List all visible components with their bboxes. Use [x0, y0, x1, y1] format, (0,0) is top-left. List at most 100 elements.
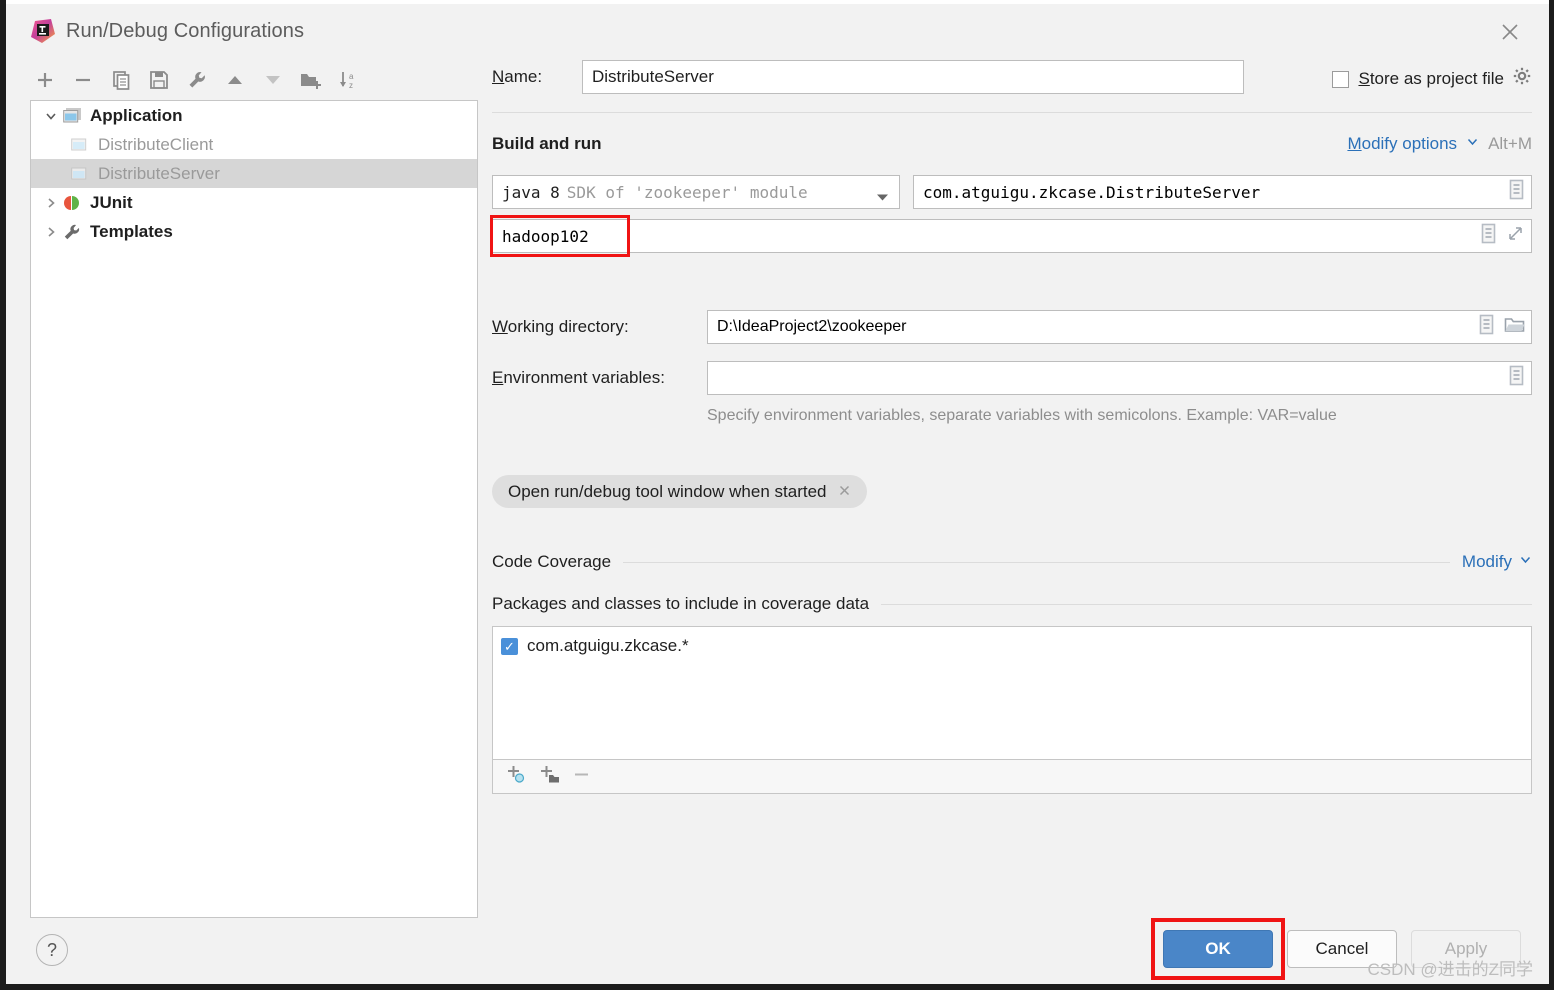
environment-variables-field-icons [1508, 362, 1525, 394]
list-icon[interactable] [1478, 314, 1495, 340]
working-directory-row: Working directory: D:\IdeaProject2\zooke… [492, 310, 1532, 344]
build-and-run-header: Build and run Modify options Alt+M [492, 131, 1532, 157]
main-class-field[interactable]: com.atguigu.zkcase.DistributeServer [913, 175, 1532, 209]
list-icon[interactable] [1480, 223, 1497, 249]
working-directory-field-icons [1478, 311, 1525, 343]
watermark: CSDN @进击的Z同学 [1367, 960, 1533, 979]
program-arguments-input[interactable]: hadoop102 [492, 219, 1532, 253]
name-row: Name: DistributeServer Store as project … [492, 60, 1532, 94]
screenshot-root: Run/Debug Configurations a z Application… [0, 0, 1554, 990]
code-coverage-rule [623, 561, 1450, 563]
store-as-project-file-label: Store as project file [1358, 69, 1504, 88]
environment-variables-hint: Specify environment variables, separate … [707, 407, 1337, 424]
chevron-right-icon[interactable] [41, 222, 61, 242]
ok-button-wrapper: OK [1151, 918, 1285, 980]
environment-variables-input[interactable] [707, 361, 1532, 395]
code-coverage-modify-group: Modify [1462, 552, 1532, 572]
dialog-titlebar: Run/Debug Configurations [6, 4, 1549, 56]
option-chip-open-tool-window[interactable]: Open run/debug tool window when started [492, 475, 868, 508]
svg-text:a: a [349, 72, 354, 81]
dialog-footer: ? OK Cancel Apply CSDN @进击的Z同学 [6, 916, 1549, 984]
ok-button[interactable]: OK [1163, 930, 1273, 968]
chevron-down-icon[interactable] [41, 106, 61, 126]
coverage-pattern-checkbox[interactable]: ✓ [501, 637, 518, 655]
environment-variables-row: Environment variables: [492, 361, 1532, 395]
tree-item-label: DistributeServer [98, 163, 220, 183]
coverage-packages-title: Packages and classes to include in cover… [492, 594, 870, 613]
program-arguments-value: hadoop102 [502, 226, 589, 246]
store-as-project-file-group: Store as project file [1332, 67, 1532, 91]
coverage-patterns-list[interactable]: ✓ com.atguigu.zkcase.* [492, 626, 1532, 760]
add-class-icon[interactable] [505, 763, 528, 791]
modify-options-link[interactable]: Modify options [1347, 134, 1457, 154]
tree-item-distributeserver[interactable]: DistributeServer [31, 159, 477, 188]
svg-text:z: z [349, 81, 353, 90]
tree-item-label: DistributeClient [98, 134, 214, 154]
coverage-pattern-label: com.atguigu.zkcase.* [527, 636, 689, 655]
close-icon[interactable] [1497, 19, 1523, 45]
program-arguments-row: hadoop102 [490, 215, 1532, 257]
application-icon [61, 106, 83, 126]
window-border-right [1549, 0, 1554, 990]
chevron-down-icon[interactable] [876, 189, 889, 207]
arrow-up-icon[interactable] [220, 65, 250, 95]
wrench-icon[interactable] [182, 65, 212, 95]
chevron-right-icon[interactable] [41, 193, 61, 213]
modify-options-shortcut: Alt+M [1488, 134, 1532, 153]
code-coverage-modify-link[interactable]: Modify [1462, 552, 1512, 572]
configurations-tree[interactable]: Application DistributeClient DistributeS… [30, 100, 478, 918]
sdk-value-prefix: java 8 [502, 182, 560, 202]
help-button[interactable]: ? [36, 934, 68, 966]
folder-icon[interactable] [1504, 316, 1525, 339]
tree-item-distributeclient[interactable]: DistributeClient [31, 130, 477, 159]
close-small-icon[interactable] [838, 482, 851, 502]
tree-item-templates[interactable]: Templates [31, 217, 477, 246]
save-icon[interactable] [144, 65, 174, 95]
coverage-list-toolbar [492, 760, 1532, 794]
list-icon[interactable] [1508, 179, 1525, 205]
chevron-down-icon[interactable] [1519, 553, 1532, 571]
program-arguments-field-icons [1480, 220, 1525, 252]
list-icon[interactable] [1508, 365, 1525, 391]
expand-diagonal-icon[interactable] [1506, 224, 1525, 248]
working-directory-value: D:\IdeaProject2\zookeeper [717, 318, 907, 335]
copy-icon[interactable] [106, 65, 136, 95]
name-label: Name: [492, 67, 543, 86]
minus-icon[interactable] [68, 65, 98, 95]
coverage-packages-header: Packages and classes to include in cover… [492, 594, 1532, 614]
store-as-project-file-checkbox[interactable] [1332, 70, 1350, 88]
build-and-run-title: Build and run [492, 134, 602, 153]
main-class-value: com.atguigu.zkcase.DistributeServer [923, 182, 1261, 202]
configurations-toolbar: a z [30, 62, 480, 98]
add-package-icon[interactable] [538, 763, 561, 791]
application-icon [69, 135, 91, 155]
plus-icon[interactable] [30, 65, 60, 95]
modify-options-group: Modify options Alt+M [1347, 134, 1532, 154]
coverage-packages-rule [881, 603, 1532, 605]
gear-icon[interactable] [1513, 67, 1532, 91]
dialog-title: Run/Debug Configurations [66, 20, 305, 42]
working-directory-label: Working directory: [492, 317, 629, 336]
working-directory-input[interactable]: D:\IdeaProject2\zookeeper [707, 310, 1532, 344]
tree-item-label: Application [90, 105, 183, 125]
intellij-idea-logo-icon [30, 18, 56, 44]
tree-item-label: Templates [90, 221, 173, 241]
tree-item-junit[interactable]: JUnit [31, 188, 477, 217]
sdk-value-suffix: SDK of 'zookeeper' module [566, 182, 808, 202]
window-border-bottom [0, 984, 1554, 990]
code-coverage-header: Code Coverage Modify [492, 552, 1532, 572]
code-coverage-title: Code Coverage [492, 552, 612, 571]
section-divider [492, 112, 1532, 113]
arrow-down-icon[interactable] [258, 65, 288, 95]
list-item[interactable]: ✓ com.atguigu.zkcase.* [501, 636, 1523, 656]
name-input[interactable]: DistributeServer [582, 60, 1244, 94]
tree-item-application[interactable]: Application [31, 101, 477, 130]
chevron-down-icon[interactable] [1466, 135, 1479, 153]
option-chip-label: Open run/debug tool window when started [508, 481, 827, 501]
run-debug-configurations-dialog: Run/Debug Configurations a z Application… [6, 4, 1549, 984]
sort-alphabetically-icon[interactable]: a z [334, 65, 364, 95]
tree-item-label: JUnit [90, 192, 133, 212]
minus-icon[interactable] [571, 763, 594, 791]
jre-module-combo[interactable]: java 8 SDK of 'zookeeper' module [492, 175, 900, 209]
new-folder-icon[interactable] [296, 65, 326, 95]
